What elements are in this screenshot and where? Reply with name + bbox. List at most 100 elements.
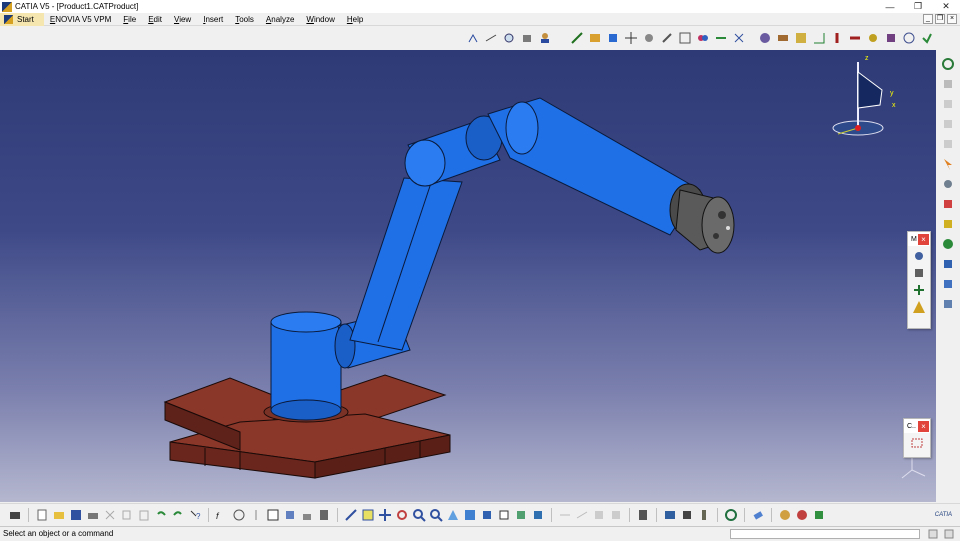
new-file-icon[interactable] (35, 508, 49, 522)
close-button[interactable]: ✕ (932, 0, 960, 13)
measure-item-icon[interactable] (575, 508, 589, 522)
analysis-icon[interactable] (678, 31, 692, 45)
move-icon[interactable] (624, 31, 638, 45)
open-folder-icon[interactable] (52, 508, 66, 522)
product-icon[interactable] (588, 31, 602, 45)
paste-icon[interactable] (137, 508, 151, 522)
replace-component-icon[interactable] (940, 196, 956, 212)
menu-start[interactable]: Start (0, 12, 44, 26)
reuse-pattern-icon[interactable] (902, 31, 916, 45)
lock-icon[interactable] (300, 508, 314, 522)
floating-toolbar-c-close[interactable]: × (918, 420, 929, 432)
new-component-icon[interactable] (940, 76, 956, 92)
multi-view-icon[interactable] (463, 508, 477, 522)
update-icon[interactable] (920, 31, 934, 45)
existing-component-icon[interactable] (940, 136, 956, 152)
apply-material-icon[interactable] (795, 508, 809, 522)
menu-tools[interactable]: Tools (229, 13, 260, 26)
bottle-icon[interactable] (697, 508, 711, 522)
menu-view[interactable]: View (168, 13, 197, 26)
menu-insert[interactable]: Insert (197, 13, 229, 26)
normal-view-icon[interactable] (446, 508, 460, 522)
rule-icon[interactable] (249, 508, 263, 522)
gear-icon[interactable] (642, 31, 656, 45)
shading-icon[interactable] (497, 508, 511, 522)
material-icon[interactable] (778, 508, 792, 522)
scene-icon[interactable] (663, 508, 677, 522)
formula-icon[interactable]: f (215, 508, 229, 522)
new-product-icon[interactable] (940, 96, 956, 112)
offset-icon[interactable] (794, 31, 808, 45)
doc-minimize-button[interactable]: _ (923, 14, 933, 24)
angle-icon[interactable] (812, 31, 826, 45)
stop-on-clash-icon[interactable] (912, 300, 926, 314)
smart-move-icon[interactable] (696, 31, 710, 45)
zoom-in-icon[interactable] (412, 508, 426, 522)
hide-show-icon[interactable] (514, 508, 528, 522)
restore-button[interactable]: ❐ (904, 0, 932, 13)
track-icon[interactable] (680, 508, 694, 522)
explode-view-icon[interactable] (912, 283, 926, 297)
command-icon[interactable] (926, 527, 940, 541)
multi-instantiation-icon[interactable] (940, 296, 956, 312)
flexible-icon[interactable] (884, 31, 898, 45)
save-icon[interactable] (69, 508, 83, 522)
3d-viewport[interactable]: z y x M × C.. × (0, 50, 936, 502)
user-icon[interactable] (538, 31, 552, 45)
redo-icon[interactable] (171, 508, 185, 522)
fix-together-icon[interactable] (848, 31, 862, 45)
measure-between-icon[interactable] (558, 508, 572, 522)
eraser-icon[interactable] (751, 508, 765, 522)
print-icon[interactable] (86, 508, 100, 522)
constraint-icon[interactable] (570, 31, 584, 45)
command-input[interactable] (730, 529, 920, 539)
render-icon[interactable] (812, 508, 826, 522)
part-icon[interactable] (606, 31, 620, 45)
manipulate-icon[interactable] (940, 176, 956, 192)
copy-icon[interactable] (120, 508, 134, 522)
graph-tree-reorder-icon[interactable] (940, 216, 956, 232)
manipulation-icon[interactable] (912, 249, 926, 263)
knowledge-icon[interactable] (232, 508, 246, 522)
generate-numbering-icon[interactable] (940, 236, 956, 252)
quick-constraint-icon[interactable] (866, 31, 880, 45)
fix-icon[interactable] (830, 31, 844, 45)
select-arrow-icon[interactable] (940, 156, 956, 172)
pencil-icon[interactable] (660, 31, 674, 45)
analysis-pin-icon[interactable] (609, 508, 623, 522)
fly-mode-icon[interactable] (344, 508, 358, 522)
minimize-button[interactable]: — (876, 0, 904, 13)
snap-move-icon[interactable] (912, 266, 926, 280)
whats-this-icon[interactable]: ? (188, 508, 202, 522)
bill-of-material-icon[interactable] (636, 508, 650, 522)
menu-help[interactable]: Help (341, 13, 369, 26)
selective-load-icon[interactable] (940, 256, 956, 272)
menu-enovia[interactable]: ENOVIA V5 VPM (44, 13, 117, 26)
new-part-icon[interactable] (940, 116, 956, 132)
menu-analyze[interactable]: Analyze (260, 13, 300, 26)
tree-expand-icon[interactable] (283, 508, 297, 522)
fit-all-icon[interactable] (361, 508, 375, 522)
floating-toolbar-m-close[interactable]: × (918, 233, 929, 245)
axis-icon[interactable] (466, 31, 480, 45)
rotate-view-icon[interactable] (395, 508, 409, 522)
coincidence-icon[interactable] (758, 31, 772, 45)
doc-restore-button[interactable]: ❐ (935, 14, 945, 24)
doc-close-button[interactable]: × (947, 14, 957, 24)
pan-icon[interactable] (378, 508, 392, 522)
menu-edit[interactable]: Edit (142, 13, 168, 26)
cube-icon[interactable] (520, 31, 534, 45)
iso-view-icon[interactable] (480, 508, 494, 522)
compass-widget[interactable]: z y x (832, 55, 896, 136)
rotate-icon[interactable] (940, 56, 956, 72)
measure-inertia-icon[interactable] (592, 508, 606, 522)
swirl-icon[interactable] (724, 508, 738, 522)
menu-window[interactable]: Window (300, 13, 340, 26)
catalog-grid-icon[interactable] (910, 436, 924, 450)
swap-visible-space-icon[interactable] (531, 508, 545, 522)
command-extra-icon[interactable] (942, 527, 956, 541)
catalog-icon[interactable] (317, 508, 331, 522)
contact-icon[interactable] (776, 31, 790, 45)
manage-representations-icon[interactable] (940, 276, 956, 292)
zoom-out-icon[interactable] (429, 508, 443, 522)
